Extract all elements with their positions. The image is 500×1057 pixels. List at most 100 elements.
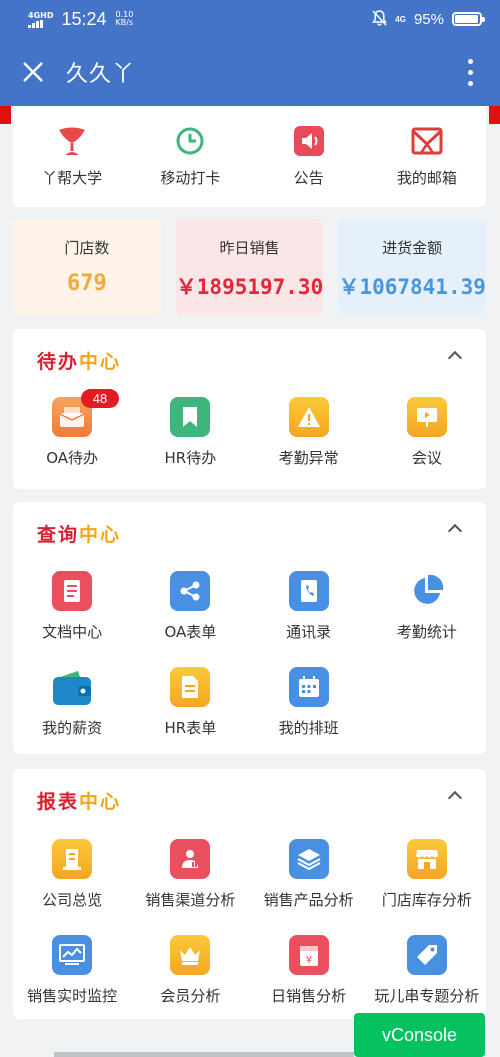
status-bar: 4GHD 15:24 0.10 KB/s 4G 95% [0,0,500,38]
stat-value: ￥1067841.39 [338,275,486,299]
grid-item-member-analysis[interactable]: 会员分析 [131,935,249,1031]
stat-label: 门店数 [64,239,110,257]
collapse-chevron-icon[interactable] [447,523,463,539]
grid-item-label: 销售产品分析 [263,891,354,909]
grid-item-label: 会员分析 [160,987,221,1005]
grid-item-sales-realtime-monitor[interactable]: 销售实时监控 [13,935,131,1031]
quick-link-announcement[interactable]: 公告 [250,106,368,207]
close-button[interactable] [0,38,66,106]
cup-icon [55,124,89,158]
section-title-part: 待办 [37,351,80,373]
document-icon [52,571,93,611]
stat-value: ￥1895197.30 [175,275,324,299]
section-title: 报表中心 [37,787,121,814]
signal-bars-icon [28,19,43,28]
grid-item-label: 通讯录 [286,623,332,641]
section-title-part: 中心 [79,791,122,813]
wallet-icon [52,667,92,707]
svg-text:¥: ¥ [305,955,311,966]
close-icon [23,62,43,82]
megaphone-icon [292,124,326,158]
signal-indicator: 4GHD [28,11,53,28]
channel-chart-icon [170,839,211,879]
share-icon [170,571,211,611]
grid-item-label: 我的薪资 [42,719,103,737]
section-title: 查询中心 [37,520,121,547]
grid-item-label: 玩儿串专题分析 [374,987,480,1005]
edge-decoration-right [489,106,500,124]
meeting-icon [406,397,447,437]
grid-item-label: 门店库存分析 [381,891,472,909]
section-title-part: 报表 [37,791,80,813]
grid-item-contacts[interactable]: 通讯录 [250,571,368,667]
grid-item-label: 会议 [411,449,442,467]
quick-link-university[interactable]: 丫帮大学 [13,106,131,207]
grid-item-sales-product-analysis[interactable]: 销售产品分析 [250,839,368,935]
quick-link-label: 公告 [293,169,324,187]
grid-item-attendance-stats[interactable]: 考勤统计 [368,571,486,667]
form-icon [170,667,211,707]
bookmark-icon [170,397,211,437]
stats-row: 门店数 679 昨日销售 ￥1895197.30 进货金额 ￥1067841.3… [13,219,487,315]
clock-time: 15:24 [61,8,107,29]
grid-item-label: 考勤统计 [396,623,457,641]
grid-item-label: 日销售分析 [271,987,347,1005]
grid-item-label: 我的排班 [278,719,339,737]
stat-yesterday-sales[interactable]: 昨日销售 ￥1895197.30 [175,219,324,315]
report-center-card: 报表中心 公司总览 销售渠道分析 销售产品分析 门店库存分析 销售实时监控 会员… [13,769,486,1019]
battery-icon [452,12,485,26]
quick-link-mailbox[interactable]: 我的邮箱 [368,106,486,207]
page-title: 久久丫 [66,62,136,87]
stat-value: 679 [66,271,107,296]
collapse-chevron-icon[interactable] [447,350,463,366]
grid-item-daily-sales-analysis[interactable]: ¥ 日销售分析 [250,935,368,1031]
network-speed: 0.10 KB/s [116,11,134,27]
section-title-part: 查询 [37,524,80,546]
grid-item-label: 公司总览 [42,891,103,909]
grid-item-label: OA待办 [46,449,99,467]
stat-label: 进货金额 [382,239,443,257]
grid-item-label: 销售渠道分析 [145,891,236,909]
grid-item-sales-channel-analysis[interactable]: 销售渠道分析 [131,839,249,935]
grid-item-hr-todo[interactable]: HR待办 [131,397,249,493]
layers-icon [288,839,329,879]
grid-item-meeting[interactable]: 会议 [368,397,486,493]
section-title: 待办中心 [37,347,121,374]
crown-icon [170,935,211,975]
grid-item-document-center[interactable]: 文档中心 [13,571,131,667]
mute-bell-icon [372,9,388,29]
grid-item-oa-form[interactable]: OA表单 [131,571,249,667]
app-header: 久久丫 [0,38,500,106]
stat-store-count[interactable]: 门店数 679 [13,219,161,315]
stat-label: 昨日销售 [219,239,280,257]
grid-item-attendance-exception[interactable]: 考勤异常 [250,397,368,493]
grid-item-store-inventory-analysis[interactable]: 门店库存分析 [368,839,486,935]
yen-calendar-icon: ¥ [288,935,329,975]
lte-indicator: 4G [395,14,406,24]
grid-item-label: 文档中心 [42,623,103,641]
grid-item-label: 考勤异常 [278,449,339,467]
grid-item-label: OA表单 [164,623,217,641]
section-title-part: 中心 [79,351,122,373]
section-title-part: 中心 [79,524,122,546]
clock-icon [173,124,207,158]
building-icon [52,839,93,879]
vconsole-button[interactable]: vConsole [354,1013,485,1057]
query-center-card: 查询中心 文档中心 OA表单 通讯录 考勤统计 我的薪资 HR表单 我的排班 [13,502,486,754]
grid-item-my-salary[interactable]: 我的薪资 [13,667,131,763]
unread-badge: 48 [81,389,119,408]
speed-unit: KB/s [115,18,134,27]
grid-item-label: 销售实时监控 [27,987,118,1005]
grid-item-my-schedule[interactable]: 我的排班 [250,667,368,763]
quick-link-checkin[interactable]: 移动打卡 [131,106,249,207]
grid-item-oa-todo[interactable]: 48 OA待办 [13,389,131,493]
calendar-icon [288,667,329,707]
more-menu-button[interactable] [440,38,500,106]
mail-icon [410,124,444,158]
next-card-edge [54,1052,354,1057]
grid-item-company-overview[interactable]: 公司总览 [13,839,131,935]
tag-icon [406,935,447,975]
grid-item-hr-form[interactable]: HR表单 [131,667,249,763]
collapse-chevron-icon[interactable] [447,790,463,806]
stat-purchase-amount[interactable]: 进货金额 ￥1067841.39 [338,219,487,315]
